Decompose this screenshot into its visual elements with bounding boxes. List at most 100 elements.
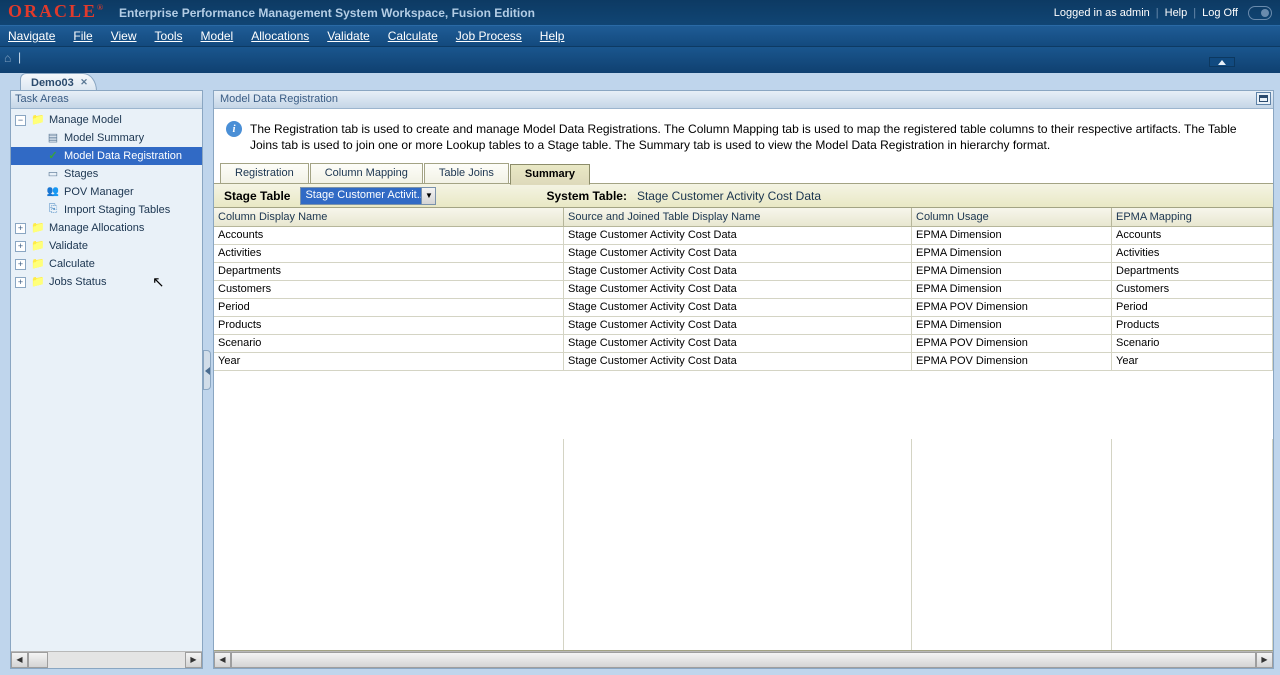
content-panel-title: Model Data Registration	[214, 91, 1273, 109]
tree-calculate[interactable]: + Calculate	[11, 255, 202, 273]
home-icon[interactable]	[4, 51, 16, 63]
summary-grid: Column Display Name Source and Joined Ta…	[214, 208, 1273, 651]
table-cell: Products	[214, 317, 564, 334]
progress-icon	[1248, 6, 1272, 20]
tree-stages[interactable]: Stages	[11, 165, 202, 183]
folder-icon	[30, 257, 46, 271]
scroll-right-icon[interactable]	[1256, 652, 1273, 668]
table-cell: Departments	[214, 263, 564, 280]
expand-icon[interactable]: +	[15, 223, 26, 234]
grid-horizontal-scrollbar[interactable]	[214, 651, 1273, 668]
folder-icon	[30, 113, 46, 127]
tree-label: Import Staging Tables	[64, 204, 170, 216]
menu-file[interactable]: File	[73, 29, 92, 43]
tab-column-mapping[interactable]: Column Mapping	[310, 163, 423, 183]
menu-tools[interactable]: Tools	[155, 29, 183, 43]
toolbar-collapse-toggle[interactable]	[1209, 57, 1235, 67]
tree-label: POV Manager	[64, 186, 134, 198]
scrollbar-thumb[interactable]	[231, 652, 1256, 668]
scroll-left-icon[interactable]	[214, 652, 231, 668]
document-tab-label: Demo03	[31, 77, 74, 89]
col-header-source-table[interactable]: Source and Joined Table Display Name	[564, 208, 912, 226]
table-cell: EPMA Dimension	[912, 227, 1112, 244]
menu-allocations[interactable]: Allocations	[251, 29, 309, 43]
info-area: i The Registration tab is used to create…	[214, 109, 1273, 163]
table-row[interactable]: CustomersStage Customer Activity Cost Da…	[214, 281, 1273, 299]
login-status: Logged in as admin	[1054, 7, 1150, 19]
table-cell: EPMA Dimension	[912, 317, 1112, 334]
menu-job-process[interactable]: Job Process	[456, 29, 522, 43]
table-row[interactable]: ActivitiesStage Customer Activity Cost D…	[214, 245, 1273, 263]
info-icon: i	[226, 121, 242, 137]
help-link[interactable]: Help	[1165, 7, 1188, 19]
logoff-link[interactable]: Log Off	[1202, 7, 1238, 19]
tree-horizontal-scrollbar[interactable]	[11, 651, 202, 668]
tab-table-joins[interactable]: Table Joins	[424, 163, 509, 183]
chevron-down-icon[interactable]: ▼	[421, 188, 435, 204]
col-header-column-usage[interactable]: Column Usage	[912, 208, 1112, 226]
table-cell: Stage Customer Activity Cost Data	[564, 263, 912, 280]
close-icon[interactable]: ✕	[80, 77, 88, 88]
menu-model[interactable]: Model	[201, 29, 234, 43]
table-cell: Accounts	[214, 227, 564, 244]
stage-bar: Stage Table Stage Customer Activit... ▼ …	[214, 184, 1273, 208]
table-cell: EPMA POV Dimension	[912, 299, 1112, 316]
expand-icon[interactable]: +	[15, 241, 26, 252]
menu-validate[interactable]: Validate	[327, 29, 369, 43]
tree-pov-manager[interactable]: POV Manager	[11, 183, 202, 201]
table-row[interactable]: PeriodStage Customer Activity Cost DataE…	[214, 299, 1273, 317]
menu-bar: Navigate File View Tools Model Allocatio…	[0, 25, 1280, 47]
scrollbar-thumb[interactable]	[28, 652, 48, 668]
table-cell: EPMA POV Dimension	[912, 353, 1112, 370]
menu-navigate[interactable]: Navigate	[8, 29, 55, 43]
tree-label: Jobs Status	[49, 276, 106, 288]
table-cell: Stage Customer Activity Cost Data	[564, 335, 912, 352]
tree-manage-model[interactable]: − Manage Model	[11, 111, 202, 129]
tree-import-staging-tables[interactable]: Import Staging Tables	[11, 201, 202, 219]
table-row[interactable]: DepartmentsStage Customer Activity Cost …	[214, 263, 1273, 281]
system-table-label: System Table:	[546, 189, 626, 203]
import-icon	[45, 203, 61, 217]
menu-help[interactable]: Help	[540, 29, 565, 43]
check-icon	[45, 149, 61, 163]
table-cell: EPMA POV Dimension	[912, 335, 1112, 352]
table-cell: Customers	[214, 281, 564, 298]
stage-table-dropdown[interactable]: Stage Customer Activit... ▼	[300, 187, 436, 205]
table-cell: Scenario	[1112, 335, 1273, 352]
table-row[interactable]: ScenarioStage Customer Activity Cost Dat…	[214, 335, 1273, 353]
tree-model-data-registration[interactable]: Model Data Registration	[11, 147, 202, 165]
tree-manage-allocations[interactable]: + Manage Allocations	[11, 219, 202, 237]
tab-summary[interactable]: Summary	[510, 164, 590, 185]
tree-validate[interactable]: + Validate	[11, 237, 202, 255]
table-cell: Scenario	[214, 335, 564, 352]
table-cell: Year	[214, 353, 564, 370]
col-header-epma-mapping[interactable]: EPMA Mapping	[1112, 208, 1273, 226]
grid-header: Column Display Name Source and Joined Ta…	[214, 208, 1273, 227]
document-tab[interactable]: Demo03 ✕	[20, 73, 97, 91]
table-cell: Activities	[1112, 245, 1273, 262]
table-cell: Year	[1112, 353, 1273, 370]
tree-model-summary[interactable]: Model Summary	[11, 129, 202, 147]
tree-label: Manage Allocations	[49, 222, 144, 234]
maximize-icon[interactable]	[1256, 92, 1271, 105]
table-cell: Activities	[214, 245, 564, 262]
table-row[interactable]: AccountsStage Customer Activity Cost Dat…	[214, 227, 1273, 245]
collapse-left-icon[interactable]	[203, 350, 211, 390]
menu-view[interactable]: View	[111, 29, 137, 43]
table-cell: Products	[1112, 317, 1273, 334]
expand-icon[interactable]: +	[15, 259, 26, 270]
table-row[interactable]: ProductsStage Customer Activity Cost Dat…	[214, 317, 1273, 335]
panel-splitter[interactable]	[203, 90, 213, 669]
grid-body: Accounts Stage Customer Activity Cost Dat…	[214, 227, 1273, 438]
scroll-left-icon[interactable]	[11, 652, 28, 668]
tab-registration[interactable]: Registration	[220, 163, 309, 183]
table-row[interactable]: YearStage Customer Activity Cost DataEPM…	[214, 353, 1273, 371]
tree-jobs-status[interactable]: + Jobs Status	[11, 273, 202, 291]
tree-label: Stages	[64, 168, 98, 180]
scroll-right-icon[interactable]	[185, 652, 202, 668]
expand-icon[interactable]: +	[15, 277, 26, 288]
col-header-display-name[interactable]: Column Display Name	[214, 208, 564, 226]
table-cell: Period	[214, 299, 564, 316]
collapse-icon[interactable]: −	[15, 115, 26, 126]
menu-calculate[interactable]: Calculate	[388, 29, 438, 43]
